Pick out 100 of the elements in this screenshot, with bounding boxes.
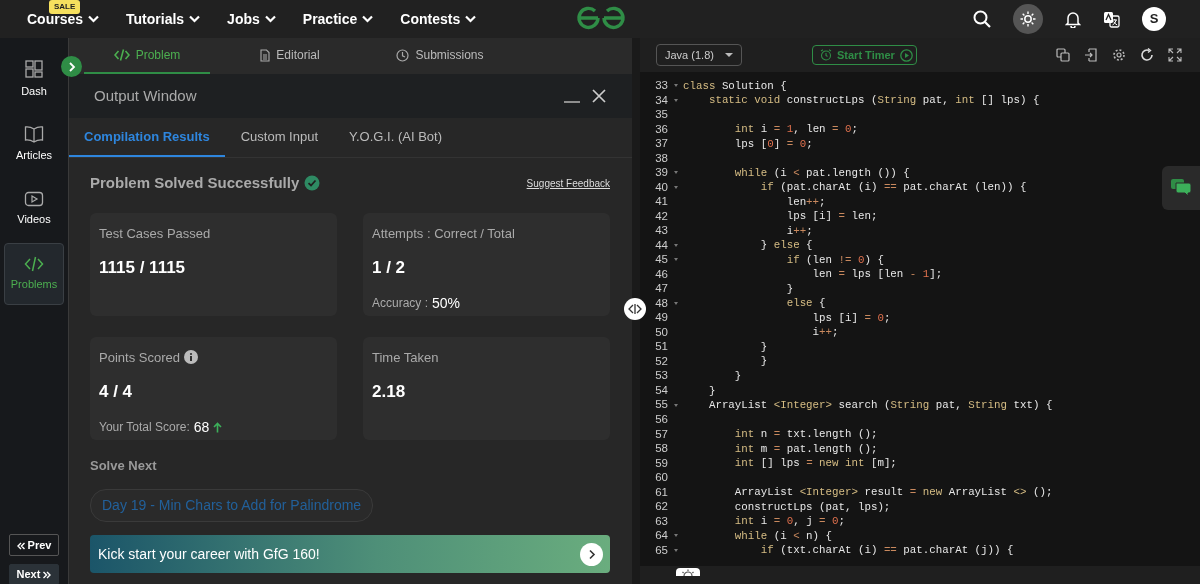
chat-button[interactable] [1162,166,1200,210]
line-number: 43 [654,223,668,239]
line-number: 65 [654,542,668,558]
line-number: 42 [654,208,668,224]
book-icon [24,124,44,143]
code-line: constructLps (pat, lps); [733,499,891,515]
fold-arrow-icon[interactable] [673,534,678,538]
double-chevron-right-icon [43,570,52,579]
nav-menu[interactable]: Contests [400,8,477,30]
fold-arrow-icon[interactable] [673,185,678,189]
import-icon [1084,48,1098,62]
output-tab[interactable]: Y.O.G.I. (AI Bot) [334,118,457,157]
promo-banner[interactable]: Kick start your career with GfG 160! [90,535,610,573]
reset-button[interactable] [1138,48,1156,62]
line-number: 56 [654,412,668,427]
stat-value: 1 / 2 [372,257,407,279]
prev-button[interactable]: Prev [9,534,59,556]
timer-button[interactable]: Start Timer [812,45,917,65]
chevron-down-icon [189,15,201,23]
chevron-down-icon [264,15,276,23]
sidebar-item[interactable]: Articles [4,113,64,175]
line-number: 58 [654,441,668,457]
close-icon [592,89,606,103]
settings-button[interactable] [1110,48,1128,62]
line-number: 53 [654,368,668,384]
fold-arrow-icon[interactable] [673,84,678,88]
next-button[interactable]: Next [9,564,59,584]
copy-icon [1056,48,1070,62]
language-select[interactable]: Java (1.8) [656,44,742,66]
code-line: if (txt.charAt (i) == pat.charAt (j)) { [759,543,1014,559]
line-number: 51 [654,339,668,355]
translate-button[interactable] [1103,10,1120,28]
caret-icon [725,52,733,58]
search-icon [973,10,991,28]
chevron-down-icon [465,15,477,23]
line-number: 48 [654,295,668,311]
code-line: } [785,281,794,297]
dashboard-icon [24,58,44,79]
fullscreen-button[interactable] [1166,48,1184,62]
code-line: } else { [759,238,813,254]
fold-arrow-icon[interactable] [673,548,678,552]
line-number: 46 [654,266,668,282]
sidebar-item[interactable]: Videos [4,178,64,240]
line-number: 64 [654,528,668,544]
code-line: lps [i] = 0; [811,310,891,326]
sidebar-item[interactable]: Dash [4,48,64,110]
fold-arrow-icon[interactable] [673,258,678,262]
notifications-button[interactable] [1065,10,1081,28]
code-line: ArrayList <Integer> result = new ArrayList <> (); [733,485,1053,501]
line-number: 34 [654,92,668,108]
section-heading: Solve Next [90,456,158,475]
line-number: 57 [654,426,668,442]
line-number: 55 [654,397,668,413]
copy-button[interactable] [1054,48,1072,62]
chat-icon [1171,179,1191,197]
play-icon [899,48,913,62]
fullscreen-icon [1168,48,1182,62]
line-number: 36 [654,121,668,137]
document-icon [260,48,271,62]
fold-arrow-icon[interactable] [673,98,678,102]
output-tab[interactable]: Compilation Results [69,118,225,157]
user-avatar[interactable]: S [1142,7,1166,31]
sidebar-item[interactable]: Problems [4,243,64,305]
stat-note-label: Your Total Score: [99,419,190,436]
output-tab[interactable]: Custom Input [225,118,333,157]
chevron-right-icon [67,61,76,72]
sun-icon [1020,11,1036,27]
fold-arrow-icon[interactable] [673,302,678,305]
code-line: len = lps [len - 1]; [811,267,943,283]
line-number: 45 [654,252,668,268]
search-button[interactable] [973,10,991,28]
check-circle-icon [304,175,321,192]
line-number: 50 [654,324,668,340]
stat-label: Points Scored [99,348,180,367]
fold-arrow-icon[interactable] [673,403,678,407]
nav-menu[interactable]: Tutorials [126,8,201,30]
code-line: i++; [811,325,839,341]
split-arrows-icon [628,304,642,314]
theme-toggle[interactable] [1013,4,1043,34]
stat-value: 2.18 [372,381,407,403]
settings-icon [1112,48,1126,62]
translate-icon [1103,10,1120,28]
line-number: 39 [654,165,668,181]
play-icon [24,190,44,207]
code-line: int i = 1, len = 0; [733,122,858,138]
nav-menu[interactable]: Practice [302,8,374,30]
reset-icon [1140,48,1154,62]
code-line: int [] lps = new int [m]; [733,456,897,472]
feedback-link[interactable]: Suggest Feedback [526,175,610,191]
import-button[interactable] [1082,48,1100,62]
fold-arrow-icon[interactable] [673,243,678,247]
code-line: lps [i] = len; [785,209,878,225]
fold-arrow-icon[interactable] [673,171,678,175]
nav-menu[interactable]: Jobs [227,8,276,30]
problem-tab[interactable]: Submissions [370,38,510,74]
line-number: 40 [654,179,668,195]
problem-tab[interactable]: Editorial [210,38,370,74]
code-line: i++; [785,223,813,239]
stat-label: Test Cases Passed [99,224,211,243]
close-button[interactable] [592,89,606,103]
